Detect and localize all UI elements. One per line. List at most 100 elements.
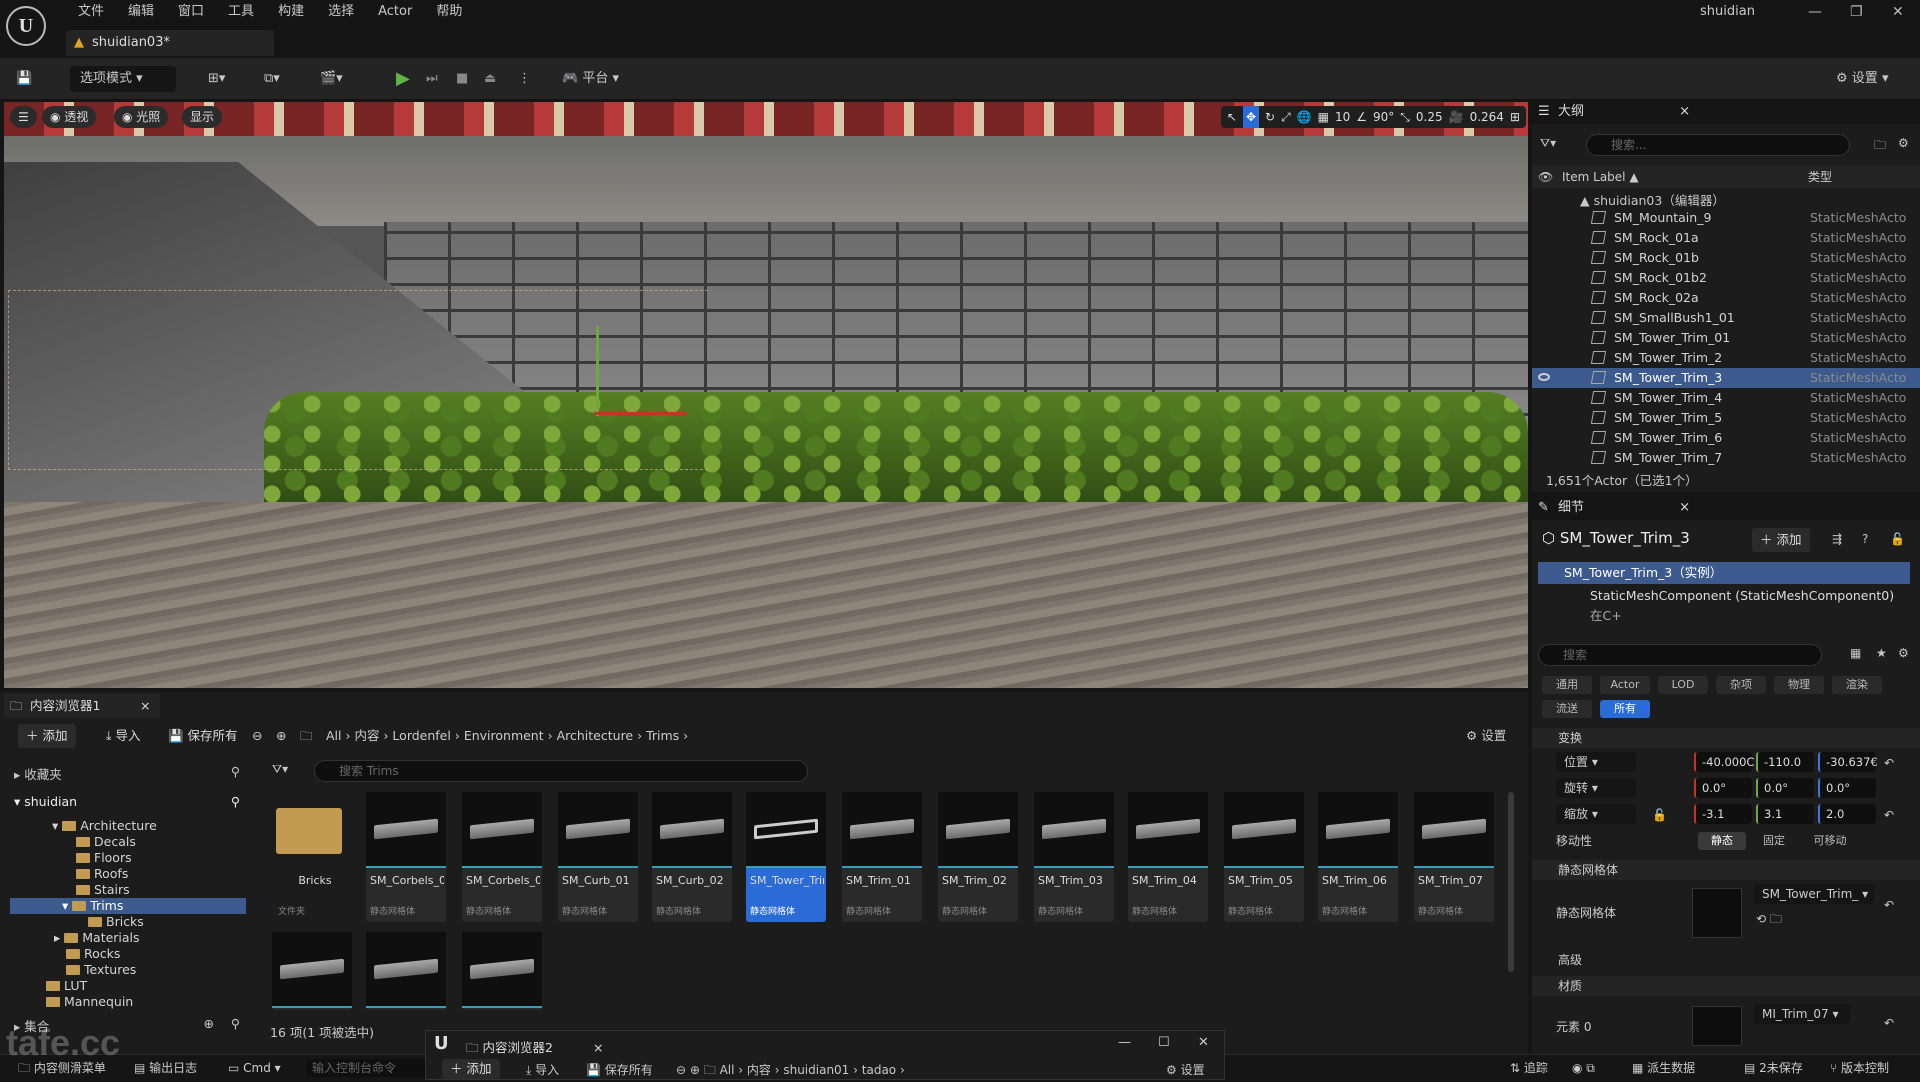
outliner-row[interactable]: SM_Rock_01b StaticMeshActo xyxy=(1532,248,1920,268)
content-scrollbar[interactable] xyxy=(1508,792,1514,972)
platform-button[interactable]: 🎮 平台 ▾ xyxy=(562,66,619,92)
mesh-dropdown[interactable]: SM_Tower_Trim_ ▾ xyxy=(1754,884,1874,904)
cb2-settings-button[interactable]: ⚙ 设置 xyxy=(1166,1061,1205,1078)
asset-tile[interactable] xyxy=(462,932,542,1010)
level-viewport[interactable]: ☰ ◉ 透视 ◉ 光照 显示 ↖ ✥ ↻ ⤢ 🌐 ▦ 10 ∠ 90° ⤡ 0.… xyxy=(4,102,1528,688)
details-search-input[interactable]: 搜索 xyxy=(1538,644,1822,666)
layout-icon[interactable]: ⊞ xyxy=(1510,106,1520,128)
static-mesh-section[interactable]: 静态网格体 xyxy=(1532,860,1920,880)
lit-button[interactable]: ◉ 光照 xyxy=(114,106,169,128)
outliner-row[interactable]: SM_Rock_01a StaticMeshActo xyxy=(1532,228,1920,248)
camera-speed-icon[interactable]: 🎥 xyxy=(1449,106,1464,128)
materials-section[interactable]: 材质 xyxy=(1532,976,1920,996)
favorites-section[interactable]: ▸ 收藏夹 ⚲ xyxy=(14,764,244,783)
tree-rocks[interactable]: Rocks xyxy=(66,946,120,962)
outliner-row[interactable]: SM_Tower_Trim_01 StaticMeshActo xyxy=(1532,328,1920,348)
browse-icon[interactable]: ⟲ 🗀 xyxy=(1756,908,1782,930)
derived-data-button[interactable]: ▦ 派生数据 xyxy=(1632,1059,1695,1077)
add-component-button[interactable]: ＋ 添加 xyxy=(1752,528,1810,552)
mesh-thumbnail[interactable] xyxy=(1692,888,1742,938)
maximize-icon[interactable]: ☐ xyxy=(1158,1035,1170,1050)
location-z[interactable]: -30.637€ xyxy=(1818,752,1878,772)
filter-lod[interactable]: LOD xyxy=(1658,676,1708,694)
snap-icon[interactable]: ⧉▾ xyxy=(264,66,280,92)
instance-row[interactable]: SM_Tower_Trim_3（实例） xyxy=(1538,562,1910,584)
viewport-menu-icon[interactable]: ☰ xyxy=(10,106,37,128)
mode-dropdown[interactable]: 选项模式 ▾ xyxy=(70,66,176,92)
menu-select[interactable]: 选择 xyxy=(316,3,366,21)
asset-tile[interactable] xyxy=(272,932,352,1010)
outliner-row[interactable]: SM_Tower_Trim_5 StaticMeshActo xyxy=(1532,408,1920,428)
asset-tile[interactable]: SM_Curb_01 静态网格体 xyxy=(558,792,638,922)
angle-snap[interactable]: 90° xyxy=(1373,106,1394,128)
add-button[interactable]: ＋ 添加 xyxy=(18,724,76,748)
reset-icon[interactable]: ↶ xyxy=(1884,894,1894,916)
version-control-button[interactable]: ⑂ 版本控制 xyxy=(1830,1059,1889,1077)
tree-architecture[interactable]: ▾ Architecture xyxy=(52,818,157,834)
outliner-row[interactable]: SM_SmallBush1_01 StaticMeshActo xyxy=(1532,308,1920,328)
forward-icon[interactable]: ⊕ xyxy=(276,724,286,748)
rotate-tool-icon[interactable]: ↻ xyxy=(1265,106,1275,128)
outliner-row[interactable]: SM_Rock_01b2 StaticMeshActo xyxy=(1532,268,1920,288)
asset-search-input[interactable]: 搜索 Trims xyxy=(314,760,808,782)
show-button[interactable]: 显示 xyxy=(182,106,223,128)
scale-dropdown[interactable]: 缩放 ▾ xyxy=(1556,804,1636,824)
perspective-button[interactable]: ◉ 透视 xyxy=(42,106,97,128)
import-button[interactable]: ⤓ 导入 xyxy=(98,724,149,748)
filter-all[interactable]: 所有 xyxy=(1600,700,1650,718)
outliner-row[interactable]: SM_Tower_Trim_4 StaticMeshActo xyxy=(1532,388,1920,408)
tree-roofs[interactable]: Roofs xyxy=(76,866,128,882)
save-icon[interactable]: 💾 xyxy=(16,66,32,92)
settings-button[interactable]: ⚙ 设置 ▾ xyxy=(1836,66,1888,92)
cb2-save-all-button[interactable]: 💾 保存所有 xyxy=(586,1061,653,1078)
star-icon[interactable]: ★ xyxy=(1876,646,1887,660)
help-icon[interactable]: ? xyxy=(1862,532,1868,546)
table-icon[interactable]: ▦ xyxy=(1850,646,1861,660)
crumb-lordenfel[interactable]: Lordenfel xyxy=(392,728,450,743)
close-icon[interactable]: × xyxy=(1679,496,1690,520)
close-icon[interactable]: × xyxy=(593,1040,603,1055)
crumb-trims[interactable]: Trims xyxy=(646,728,679,743)
advanced-section[interactable]: 高级 xyxy=(1532,950,1920,970)
save-all-button[interactable]: 💾 保存所有 xyxy=(160,724,246,748)
select-tool-icon[interactable]: ↖ xyxy=(1227,106,1237,128)
mobility-static[interactable]: 静态 xyxy=(1698,832,1746,850)
angle-icon[interactable]: ∠ xyxy=(1356,106,1367,128)
transform-section[interactable]: 变换 xyxy=(1532,728,1920,748)
unsaved-button[interactable]: ▤ 2未保存 xyxy=(1744,1059,1803,1077)
menu-window[interactable]: 窗口 xyxy=(166,3,216,21)
filter-misc[interactable]: 杂项 xyxy=(1716,676,1766,694)
location-y[interactable]: -110.0 xyxy=(1756,752,1814,772)
menu-help[interactable]: 帮助 xyxy=(424,3,474,21)
asset-tile[interactable]: SM_Corbels_02 静态网格体 xyxy=(462,792,542,922)
asset-tile[interactable]: SM_Trim_02 静态网格体 xyxy=(938,792,1018,922)
asset-tile[interactable]: SM_Trim_03 静态网格体 xyxy=(1034,792,1114,922)
step-icon[interactable]: ⏭ xyxy=(426,66,438,92)
eye-icon[interactable] xyxy=(1538,373,1550,381)
cb2-add-button[interactable]: ＋ 添加 xyxy=(442,1059,500,1079)
filter-actor[interactable]: Actor xyxy=(1600,676,1650,694)
minimize-icon[interactable]: — xyxy=(1808,4,1822,20)
close-icon[interactable]: ✕ xyxy=(1198,1035,1209,1050)
col-item-label[interactable]: Item Label ▲ xyxy=(1562,166,1639,188)
outliner-root[interactable]: ▲ shuidian03（编辑器） xyxy=(1580,190,1725,209)
content-browser-2-tab[interactable]: 🗀 内容浏览器2 × xyxy=(466,1037,603,1060)
component-link[interactable]: 在C+ xyxy=(1590,608,1622,623)
tree-mannequin[interactable]: Mannequin xyxy=(46,994,133,1010)
asset-tile[interactable]: SM_Trim_04 静态网格体 xyxy=(1128,792,1208,922)
record-icon[interactable]: ◉ ⧉ xyxy=(1572,1059,1595,1077)
outliner-row[interactable]: SM_Tower_Trim_7 StaticMeshActo xyxy=(1532,448,1920,468)
filter-physics[interactable]: 物理 xyxy=(1774,676,1824,694)
lock-icon[interactable]: 🔓 xyxy=(1890,532,1905,546)
gizmo-z-axis[interactable] xyxy=(596,326,599,416)
col-type[interactable]: 类型 xyxy=(1808,166,1832,188)
crumb-all[interactable]: All xyxy=(326,728,342,743)
close-icon[interactable]: × xyxy=(1679,100,1690,124)
content-settings-button[interactable]: ⚙ 设置 xyxy=(1466,724,1506,748)
location-x[interactable]: -40.000C xyxy=(1694,752,1754,772)
cb2-crumb[interactable]: All xyxy=(720,1063,735,1077)
scale-x[interactable]: -3.1 xyxy=(1694,804,1752,824)
search-icon[interactable]: ⚲ xyxy=(231,1016,240,1031)
content-browser-tab[interactable]: 🗀 内容浏览器1 × xyxy=(4,694,160,718)
eject-icon[interactable]: ⏏ xyxy=(484,66,496,92)
